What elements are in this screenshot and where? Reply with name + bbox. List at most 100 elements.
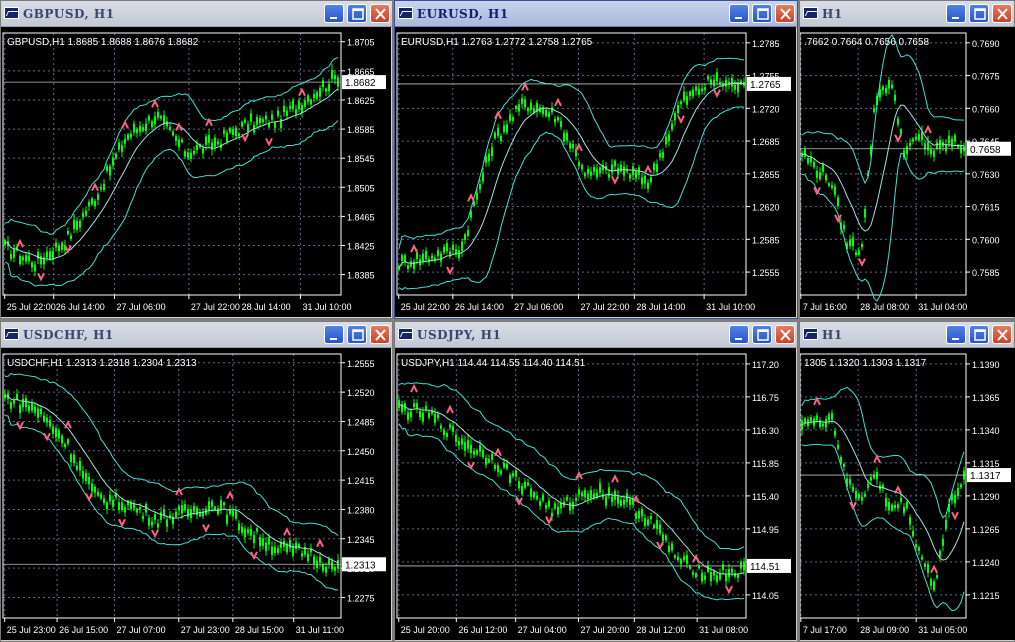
current-price-label: 0.7658 — [970, 145, 1001, 156]
chart-header-ohlc: USDJPY,H1 114.44 114.55 114.40 114.51 — [401, 358, 586, 369]
chart-window-usdjpy[interactable]: USDJPY, H1 117.20 116.75 116.30 115.85 115.40… — [394, 321, 798, 642]
y-tick-label: 1.1315 — [972, 459, 1000, 469]
x-tick-label: 28 Jul 14:00 — [636, 302, 685, 312]
y-tick-label: 1.8465 — [347, 212, 375, 222]
maximize-button[interactable] — [347, 325, 367, 344]
chart-header-ohlc: 1305 1.1320 1.1303 1.1317 — [804, 358, 927, 369]
x-tick-label: 7 Jul 17:00 — [803, 625, 847, 635]
maximize-icon — [974, 8, 986, 20]
title-bar[interactable]: H1 — [800, 322, 1014, 348]
y-tick-label: 1.1265 — [972, 525, 1000, 535]
y-tick-label: 0.7600 — [972, 235, 1000, 245]
maximize-icon — [352, 329, 364, 341]
x-tick-label: 26 Jul 14:00 — [56, 302, 105, 312]
y-tick-label: 1.2785 — [752, 39, 780, 49]
minimize-button[interactable] — [324, 4, 344, 23]
close-button[interactable] — [992, 325, 1012, 344]
chart-window-icon — [398, 7, 413, 19]
maximize-button[interactable] — [752, 4, 772, 23]
current-price-label: 1.2313 — [345, 560, 376, 571]
chart-window-audusd[interactable]: H10.76900.76750.76600.76450.76300.76150.… — [799, 0, 1015, 319]
close-icon — [780, 8, 791, 20]
candles — [4, 63, 339, 277]
chart-window-icon — [4, 7, 19, 19]
chart-window-eurusd[interactable]: EURUSD, H1 1.2785 1.2755 1.2720 1.2685 1.2655… — [394, 0, 798, 319]
chart-header-ohlc: GBPUSD,H1 1.8685 1.8688 1.8676 1.8682 — [7, 37, 199, 48]
close-icon — [997, 8, 1008, 20]
minimize-button[interactable] — [946, 4, 966, 23]
x-tick-label: 31 Jul 05:00 — [918, 625, 967, 635]
y-tick-label: 1.8505 — [347, 183, 375, 193]
y-tick-label: 1.1240 — [972, 558, 1000, 568]
title-bar[interactable]: GBPUSD, H1 — [1, 1, 392, 27]
maximize-icon — [352, 8, 364, 20]
chart-window-usdchf[interactable]: USDCHF, H1 1.2555 1.2520 1.2485 1.2450 1.2415… — [0, 321, 393, 642]
x-tick-label: 26 Jul 12:00 — [458, 625, 507, 635]
y-tick-label: 1.8545 — [347, 154, 375, 164]
close-button[interactable] — [370, 4, 390, 23]
x-tick-label: 26 Jul 15:00 — [59, 625, 108, 635]
title-bar[interactable]: EURUSD, H1 — [395, 1, 797, 27]
y-tick-label: 1.8705 — [347, 38, 375, 48]
maximize-icon — [974, 329, 986, 341]
y-tick-label: 1.1215 — [972, 591, 1000, 601]
title-bar[interactable]: USDJPY, H1 — [395, 322, 797, 348]
x-tick-label: 25 Jul 23:00 — [7, 625, 56, 635]
y-tick-label: 1.2485 — [347, 417, 375, 427]
y-tick-label: 0.7690 — [972, 39, 1000, 49]
y-tick-label: 114.95 — [752, 525, 779, 535]
x-tick-label: 27 Jul 07:00 — [117, 625, 166, 635]
x-tick-label: 26 Jul 14:00 — [455, 302, 504, 312]
y-tick-label: 1.2345 — [347, 535, 375, 545]
minimize-button[interactable] — [729, 4, 749, 23]
close-button[interactable] — [775, 4, 795, 23]
maximize-button[interactable] — [752, 325, 772, 344]
window-title: GBPUSD, H1 — [23, 7, 115, 21]
minimize-button[interactable] — [324, 325, 344, 344]
x-tick-label: 28 Jul 09:00 — [860, 625, 909, 635]
y-tick-label: 1.2380 — [347, 505, 375, 515]
candles — [801, 409, 965, 593]
close-button[interactable] — [775, 325, 795, 344]
price-chart[interactable]: 1.8705 1.8665 1.8625 1.8585 1.8545 1.8505 1.84… — [1, 27, 391, 317]
price-chart[interactable]: 0.76900.76750.76600.76450.76300.76150.76… — [800, 27, 1015, 317]
close-button[interactable] — [370, 325, 390, 344]
maximize-button[interactable] — [969, 325, 989, 344]
y-tick-label: 0.7660 — [972, 104, 1000, 114]
maximize-button[interactable] — [969, 4, 989, 23]
y-tick-label: 1.1365 — [972, 393, 1000, 403]
minimize-icon — [330, 338, 337, 340]
x-tick-label: 27 Jul 22:00 — [191, 302, 240, 312]
y-tick-label: 1.8425 — [347, 242, 375, 252]
y-tick-label: 1.2555 — [347, 359, 375, 369]
maximize-icon — [757, 329, 769, 341]
x-tick-label: 7 Jul 16:00 — [803, 302, 847, 312]
minimize-button[interactable] — [946, 325, 966, 344]
bollinger-bands — [4, 372, 339, 591]
x-tick-label: 28 Jul 12:00 — [636, 625, 685, 635]
price-chart[interactable]: 1.2555 1.2520 1.2485 1.2450 1.2415 1.2380 1.23… — [1, 348, 391, 640]
minimize-icon — [330, 17, 337, 19]
chart-window-usdcad[interactable]: H1 1.1390 1.1365 1.1340 1.1315 1.1290 1.1265 1.… — [799, 321, 1015, 642]
minimize-button[interactable] — [729, 325, 749, 344]
current-price-label: 114.51 — [750, 562, 780, 573]
title-bar[interactable]: H1 — [800, 1, 1014, 27]
y-tick-label: 1.2450 — [347, 447, 375, 457]
title-bar[interactable]: USDCHF, H1 — [1, 322, 392, 348]
x-tick-label: 27 Jul 22:00 — [580, 302, 629, 312]
close-button[interactable] — [992, 4, 1012, 23]
x-tick-label: 31 Jul 10:00 — [706, 302, 755, 312]
y-tick-label: 1.8585 — [347, 125, 375, 135]
current-price-label: 1.1317 — [970, 471, 1001, 482]
maximize-button[interactable] — [347, 4, 367, 23]
current-price-label: 1.8682 — [345, 78, 376, 89]
close-icon — [997, 329, 1008, 341]
price-chart[interactable]: 1.1390 1.1365 1.1340 1.1315 1.1290 1.1265 1.12… — [800, 348, 1015, 640]
minimize-icon — [952, 17, 959, 19]
price-chart[interactable]: 117.20 116.75 116.30 115.85 115.40 114.95 114.… — [395, 348, 796, 640]
chart-window-gbpusd[interactable]: GBPUSD, H1 1.8705 1.8665 1.8625 1.8585 1.8545… — [0, 0, 393, 319]
minimize-icon — [735, 17, 742, 19]
minimize-icon — [735, 338, 742, 340]
price-chart[interactable]: 1.2785 1.2755 1.2720 1.2685 1.2655 1.2620 1.25… — [395, 27, 796, 317]
y-tick-label: 1.2555 — [752, 268, 780, 278]
